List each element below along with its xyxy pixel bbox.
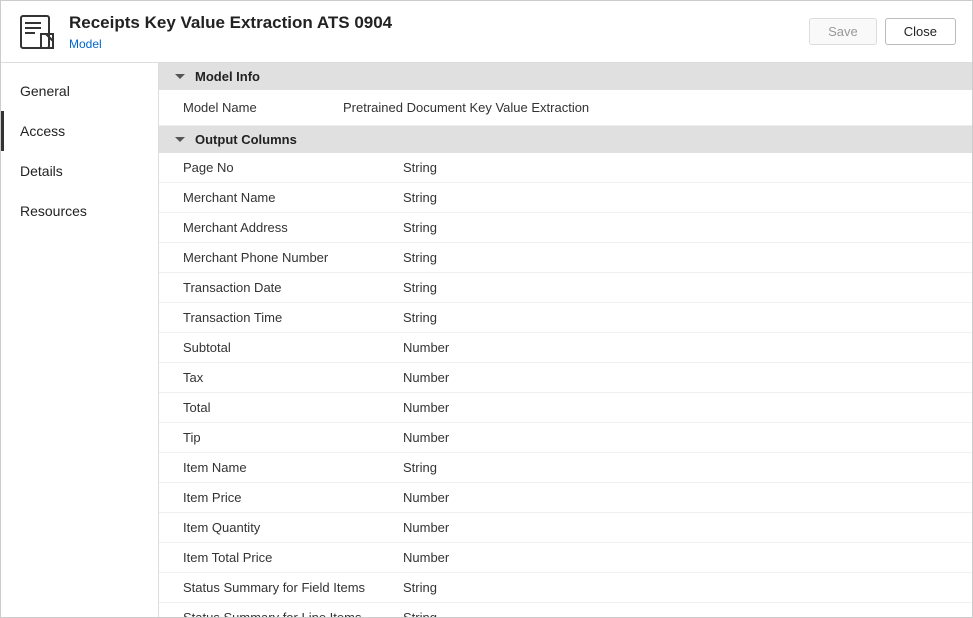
output-col-type: String [403,310,437,325]
output-col-type: Number [403,490,449,505]
output-col-type: Number [403,400,449,415]
output-col-type: String [403,580,437,595]
output-col-type: Number [403,430,449,445]
title-block: Receipts Key Value Extraction ATS 0904 M… [69,12,809,50]
output-col-name: Status Summary for Field Items [183,580,403,595]
sidebar-item-access[interactable]: Access [1,111,158,151]
model-name-label: Model Name [183,100,343,115]
model-info-header: Model Info [159,63,972,90]
output-col-name: Transaction Date [183,280,403,295]
output-row: Status Summary for Field ItemsString [159,573,972,603]
output-row: Status Summary for Line ItemsString [159,603,972,617]
header-buttons: Save Close [809,18,956,45]
output-col-name: Item Quantity [183,520,403,535]
output-col-name: Merchant Name [183,190,403,205]
collapse-triangle-output-columns[interactable] [175,137,185,142]
output-row: TipNumber [159,423,972,453]
model-info-label: Model Info [195,69,260,84]
output-row: Page NoString [159,153,972,183]
output-col-type: String [403,610,437,617]
app-icon [17,12,57,52]
close-button[interactable]: Close [885,18,956,45]
output-col-type: String [403,190,437,205]
output-columns-section: Output Columns Page NoStringMerchant Nam… [159,126,972,617]
collapse-triangle-model-info[interactable] [175,74,185,79]
output-col-name: Total [183,400,403,415]
output-col-name: Status Summary for Line Items [183,610,403,617]
output-columns-header: Output Columns [159,126,972,153]
output-col-type: Number [403,550,449,565]
window-title: Receipts Key Value Extraction ATS 0904 [69,12,809,34]
output-col-type: String [403,250,437,265]
output-col-name: Transaction Time [183,310,403,325]
sidebar-item-resources[interactable]: Resources [1,191,158,231]
output-col-name: Item Name [183,460,403,475]
output-row: Transaction TimeString [159,303,972,333]
output-col-name: Item Total Price [183,550,403,565]
output-row: TaxNumber [159,363,972,393]
output-col-type: String [403,160,437,175]
output-row: Merchant NameString [159,183,972,213]
output-col-name: Merchant Address [183,220,403,235]
output-col-name: Item Price [183,490,403,505]
body: General Access Details Resources Model I… [1,63,972,617]
output-col-name: Page No [183,160,403,175]
main-content: Model Info Model Name Pretrained Documen… [159,63,972,617]
output-row: Item Total PriceNumber [159,543,972,573]
main-window: Receipts Key Value Extraction ATS 0904 M… [0,0,973,618]
output-row: Item NameString [159,453,972,483]
output-col-type: Number [403,370,449,385]
save-button[interactable]: Save [809,18,877,45]
output-row: Item PriceNumber [159,483,972,513]
output-row: Merchant AddressString [159,213,972,243]
output-row: Item QuantityNumber [159,513,972,543]
output-col-type: Number [403,340,449,355]
header: Receipts Key Value Extraction ATS 0904 M… [1,1,972,63]
output-row: TotalNumber [159,393,972,423]
model-name-row: Model Name Pretrained Document Key Value… [159,90,972,126]
output-col-name: Tip [183,430,403,445]
sidebar: General Access Details Resources [1,63,159,617]
sidebar-item-details[interactable]: Details [1,151,158,191]
output-col-type: Number [403,520,449,535]
output-rows-container: Page NoStringMerchant NameStringMerchant… [159,153,972,617]
window-subtitle: Model [69,37,809,51]
output-row: Transaction DateString [159,273,972,303]
model-name-value: Pretrained Document Key Value Extraction [343,100,589,115]
output-col-type: String [403,460,437,475]
output-col-name: Tax [183,370,403,385]
output-columns-label: Output Columns [195,132,297,147]
output-col-type: String [403,280,437,295]
sidebar-item-general[interactable]: General [1,71,158,111]
output-col-name: Subtotal [183,340,403,355]
output-row: Merchant Phone NumberString [159,243,972,273]
output-col-type: String [403,220,437,235]
output-row: SubtotalNumber [159,333,972,363]
output-col-name: Merchant Phone Number [183,250,403,265]
